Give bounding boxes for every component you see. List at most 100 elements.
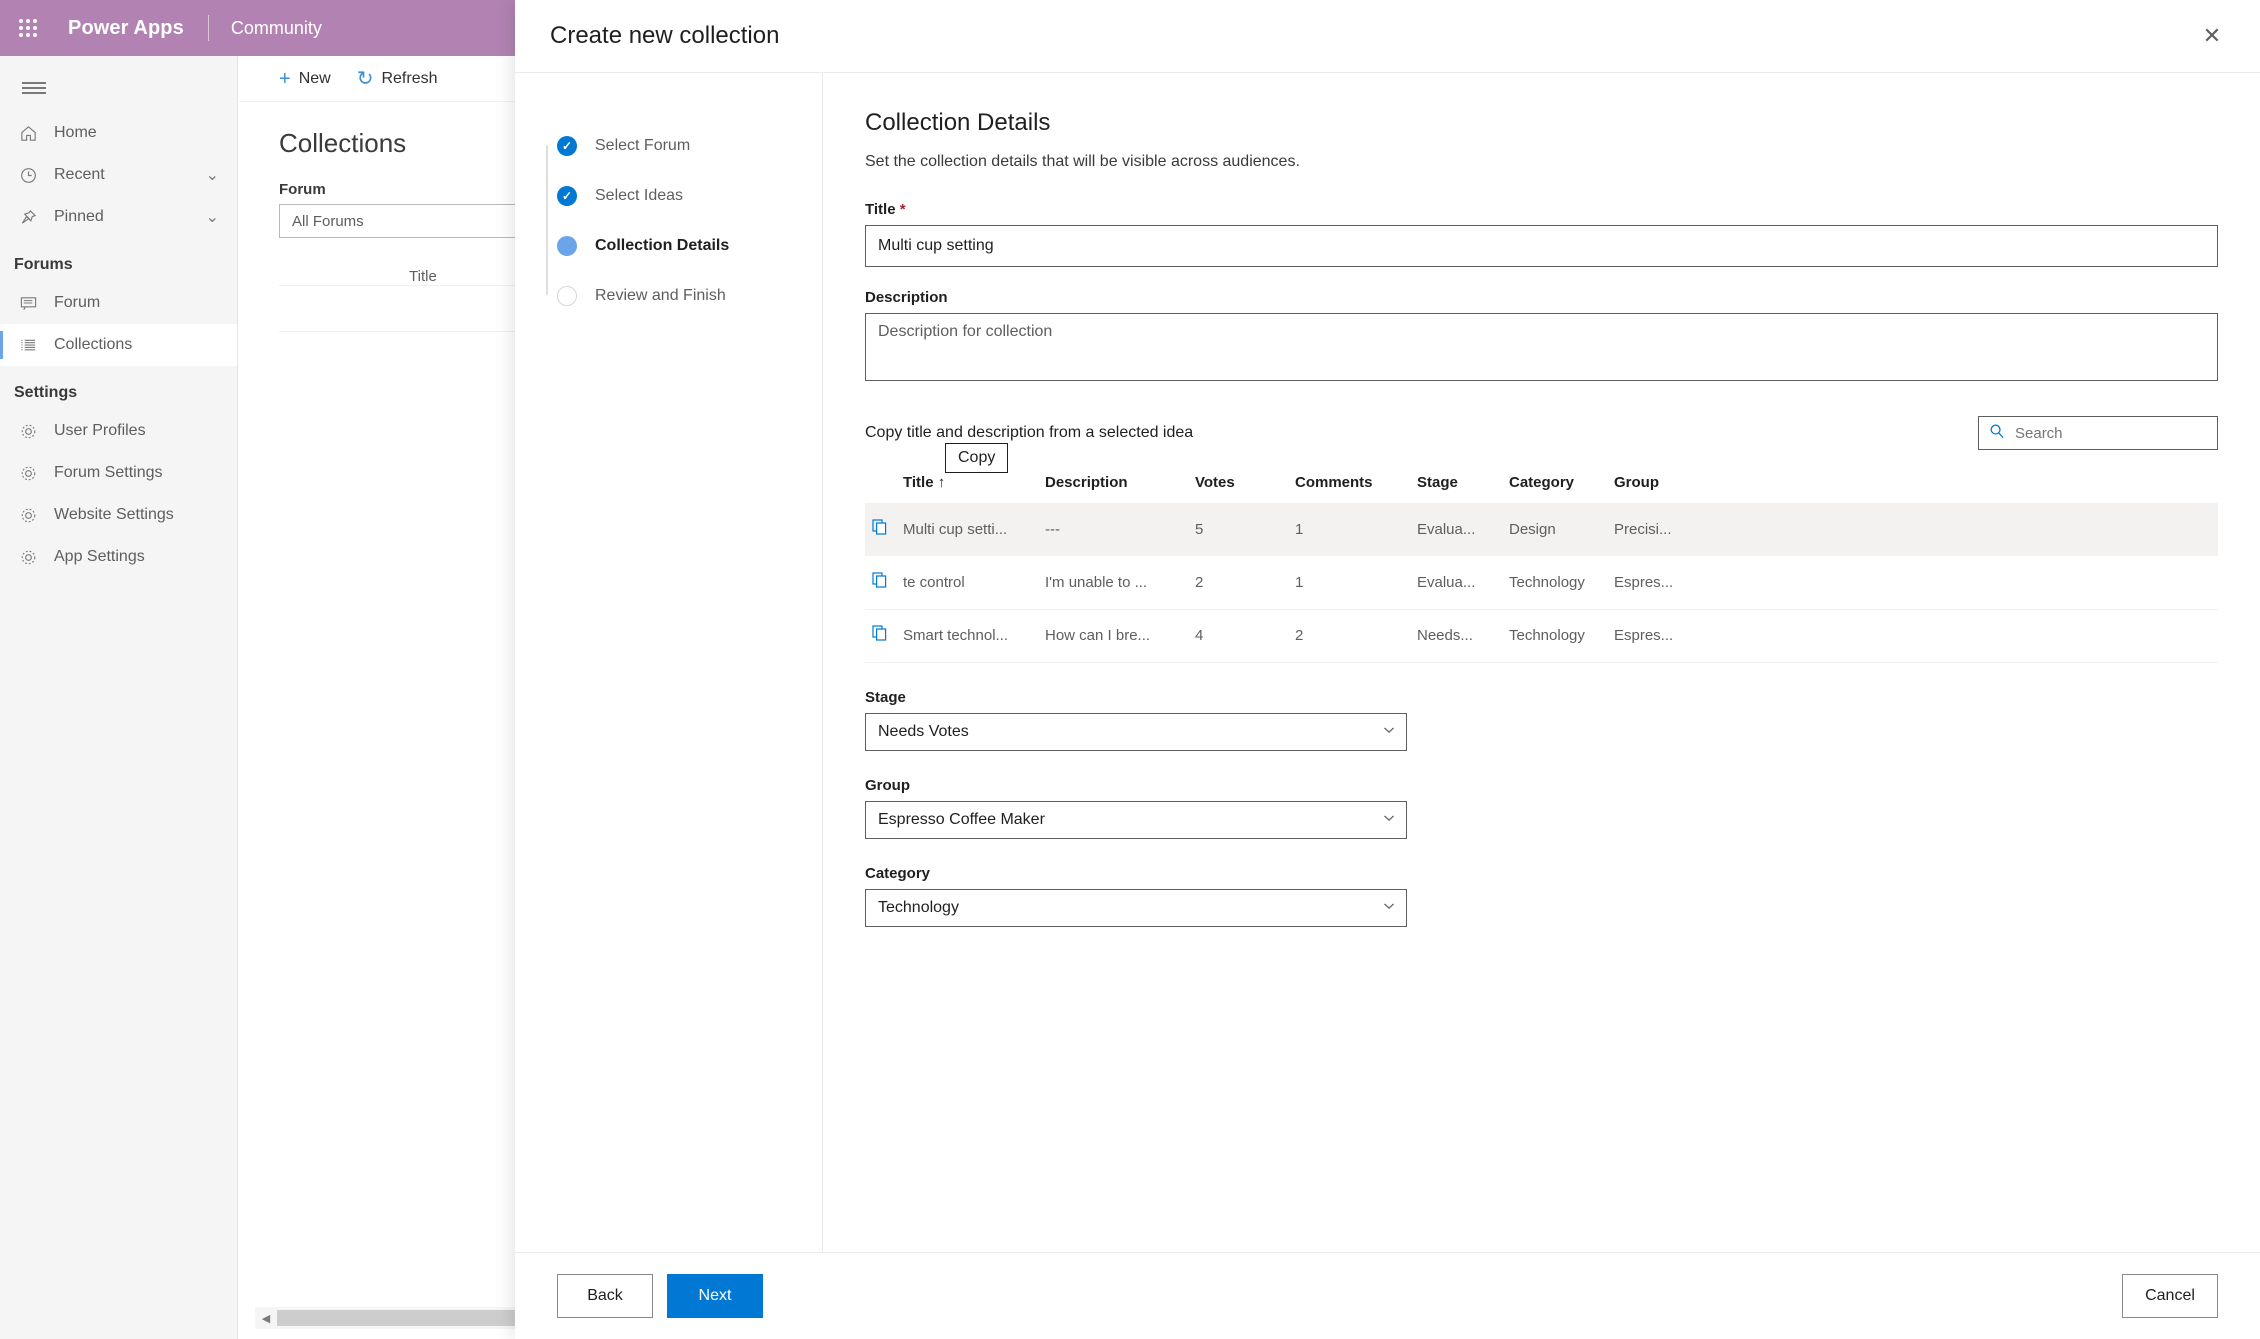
title-input[interactable]: [865, 225, 2218, 267]
copy-from-idea-row: Copy title and description from a select…: [865, 416, 2218, 450]
col-header-group[interactable]: Group: [1614, 468, 2218, 503]
forum-icon: [14, 289, 42, 317]
chevron-down-icon[interactable]: [1382, 811, 1396, 828]
search-input[interactable]: [2013, 423, 2183, 443]
forum-filter-value: All Forums: [292, 212, 364, 230]
sidebar-item-label: App Settings: [54, 548, 145, 565]
title-field-label: Title *: [865, 201, 2218, 218]
step-connector: [546, 145, 548, 195]
row-votes: 2: [1195, 556, 1295, 610]
row-title: Multi cup setti...: [903, 503, 1045, 556]
table-row[interactable]: Multi cup setti... --- 5 1 Evalua... Des…: [865, 503, 2218, 556]
group-value: Espresso Coffee Maker: [878, 810, 1045, 828]
sidebar-section-forums: Forums: [14, 256, 73, 273]
sidebar-item-label: Forum Settings: [54, 464, 163, 481]
hamburger-menu-icon[interactable]: [10, 64, 58, 112]
row-votes: 5: [1195, 503, 1295, 556]
table-row[interactable]: te control I'm unable to ... 2 1 Evalua.…: [865, 556, 2218, 610]
sidebar-item-label: Recent: [54, 166, 105, 183]
col-header-icon: [865, 468, 903, 503]
col-header-title[interactable]: Title ↑: [903, 468, 1045, 503]
brand-subtitle[interactable]: Community: [231, 18, 322, 39]
description-field-label: Description: [865, 289, 948, 306]
panel-subheading: Set the collection details that will be …: [865, 153, 1300, 170]
row-stage: Evalua...: [1417, 503, 1509, 556]
refresh-button[interactable]: ↻ Refresh: [357, 69, 438, 89]
col-header-votes[interactable]: Votes: [1195, 468, 1295, 503]
col-header-category[interactable]: Category: [1509, 468, 1614, 503]
copy-tooltip: Copy: [945, 443, 1009, 473]
row-votes: 4: [1195, 609, 1295, 663]
ideas-table-body: Multi cup setti... --- 5 1 Evalua... Des…: [865, 503, 2218, 663]
gear-icon: [14, 501, 42, 529]
row-comments: 1: [1295, 503, 1417, 556]
create-collection-dialog: Create new collection ✕ Select Forum Sel…: [515, 0, 2260, 1339]
panel-heading: Collection Details: [865, 109, 1051, 136]
sidebar-item-pinned[interactable]: Pinned ⌄: [0, 196, 237, 238]
close-icon[interactable]: ✕: [2192, 16, 2232, 56]
sidebar-item-home[interactable]: Home: [0, 112, 237, 154]
wizard-step-select-forum[interactable]: Select Forum: [535, 121, 822, 171]
row-category: Technology: [1509, 609, 1614, 663]
cancel-button[interactable]: Cancel: [2122, 1274, 2218, 1318]
new-button[interactable]: + New: [279, 69, 331, 89]
sidebar-section-settings: Settings: [14, 384, 78, 401]
next-button[interactable]: Next: [667, 1274, 763, 1318]
group-dropdown[interactable]: Espresso Coffee Maker: [865, 800, 1407, 839]
copy-icon[interactable]: [865, 571, 889, 594]
copy-icon[interactable]: [865, 518, 889, 541]
wizard-step-select-ideas[interactable]: Select Ideas: [535, 171, 822, 221]
row-category: Technology: [1509, 556, 1614, 610]
sidebar-item-forum[interactable]: Forum: [0, 282, 237, 324]
sidebar-item-app-settings[interactable]: App Settings: [0, 536, 237, 578]
col-header-description[interactable]: Description: [1045, 468, 1195, 503]
back-button[interactable]: Back: [557, 1274, 653, 1318]
sidebar-item-label: Forum: [54, 294, 101, 311]
wizard-step-label: Collection Details: [595, 237, 730, 254]
category-dropdown[interactable]: Technology: [865, 888, 1407, 927]
wizard-step-review-and-finish[interactable]: Review and Finish: [535, 271, 822, 321]
home-icon: [14, 119, 42, 147]
add-icon: +: [279, 67, 291, 90]
stage-dropdown[interactable]: Needs Votes: [865, 712, 1407, 751]
title-label-text: Title: [865, 201, 896, 218]
search-box[interactable]: [1978, 416, 2218, 450]
sidebar: Home Recent ⌄ Pinned ⌄ Forums Forum Coll…: [0, 56, 238, 1339]
brand-divider: [207, 15, 209, 41]
wizard-step-label: Review and Finish: [595, 287, 726, 304]
sidebar-item-collections[interactable]: Collections: [0, 324, 237, 366]
category-value: Technology: [878, 898, 959, 916]
new-button-label: New: [298, 69, 331, 87]
row-stage: Needs...: [1417, 609, 1509, 663]
collection-details-panel: Collection Details Set the collection de…: [822, 73, 2260, 1252]
table-row[interactable]: Smart technol... How can I bre... 4 2 Ne…: [865, 609, 2218, 663]
copy-icon[interactable]: [865, 624, 889, 647]
chevron-down-icon[interactable]: [1382, 899, 1396, 916]
chevron-down-icon[interactable]: ⌄: [206, 207, 219, 227]
row-copy-cell[interactable]: [865, 503, 903, 556]
row-copy-cell[interactable]: [865, 556, 903, 610]
description-input[interactable]: [865, 313, 2218, 381]
chevron-down-icon[interactable]: ⌄: [206, 165, 219, 185]
row-group: Espres...: [1614, 556, 2218, 610]
row-comments: 2: [1295, 609, 1417, 663]
brand-title[interactable]: Power Apps: [68, 17, 184, 40]
row-copy-cell[interactable]: [865, 609, 903, 663]
clock-icon: [14, 161, 42, 189]
row-title: Smart technol...: [903, 609, 1045, 663]
col-header-comments[interactable]: Comments: [1295, 468, 1417, 503]
scroll-left-arrow-icon[interactable]: ◀: [255, 1312, 277, 1325]
collections-list-icon: [14, 331, 42, 359]
wizard-step-collection-details[interactable]: Collection Details: [535, 221, 822, 271]
row-description: I'm unable to ...: [1045, 556, 1195, 610]
col-header-stage[interactable]: Stage: [1417, 468, 1509, 503]
waffle-grid-icon[interactable]: [14, 14, 42, 42]
sidebar-item-user-profiles[interactable]: User Profiles: [0, 410, 237, 452]
chevron-down-icon[interactable]: [1382, 723, 1396, 740]
sidebar-item-label: User Profiles: [54, 422, 146, 439]
sidebar-item-label: Collections: [54, 336, 133, 353]
sidebar-item-recent[interactable]: Recent ⌄: [0, 154, 237, 196]
sidebar-item-website-settings[interactable]: Website Settings: [0, 494, 237, 536]
sidebar-item-forum-settings[interactable]: Forum Settings: [0, 452, 237, 494]
